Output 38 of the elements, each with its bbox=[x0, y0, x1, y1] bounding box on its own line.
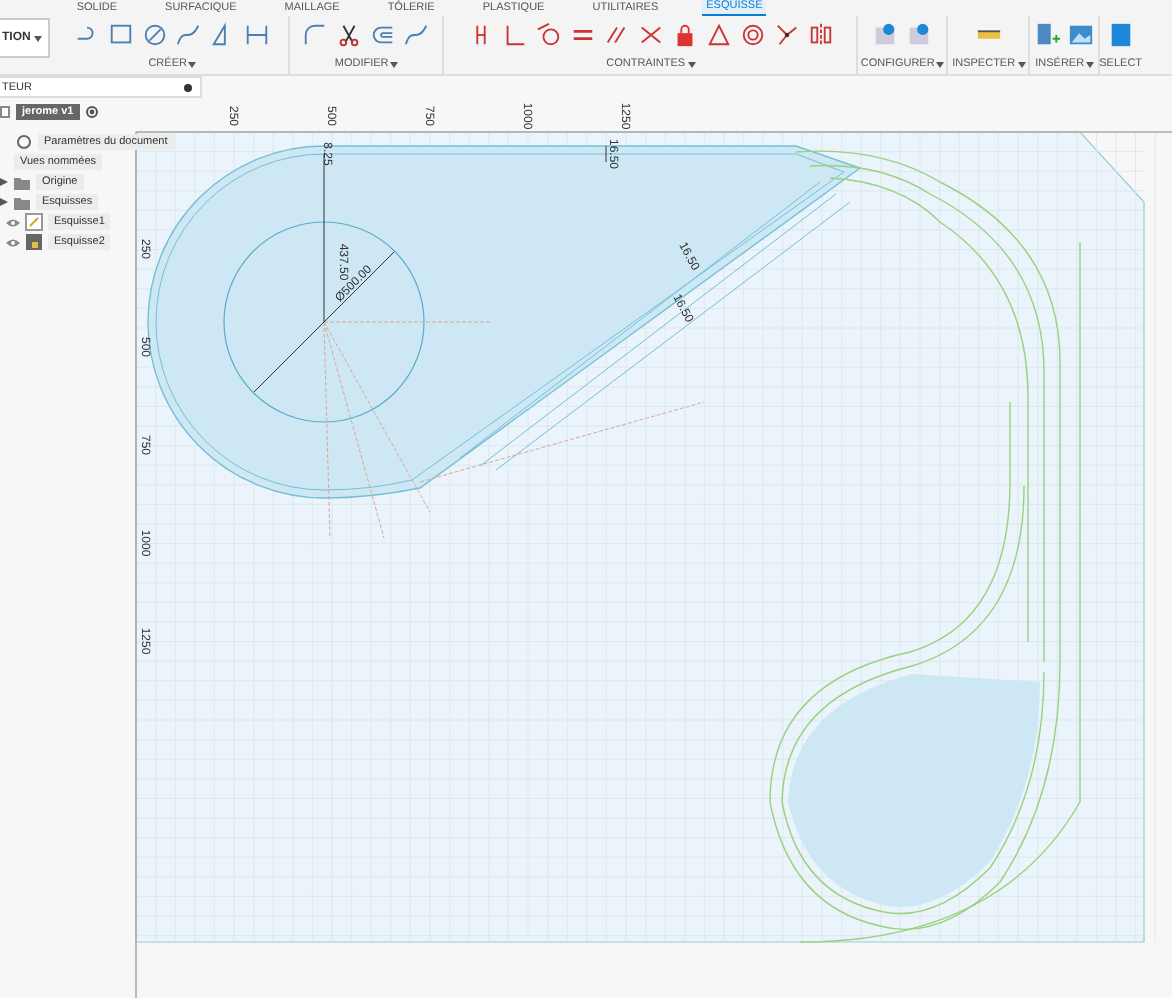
offset-icon[interactable] bbox=[370, 22, 397, 48]
concentric-icon[interactable] bbox=[739, 22, 766, 48]
caret-icon bbox=[1086, 61, 1095, 67]
checkbox-icon[interactable] bbox=[0, 106, 10, 118]
spline-icon[interactable] bbox=[176, 22, 203, 48]
fillet-icon[interactable] bbox=[302, 22, 329, 48]
tangent-icon[interactable] bbox=[535, 22, 562, 48]
parallel-icon[interactable] bbox=[603, 22, 630, 48]
rectangle-icon[interactable] bbox=[108, 22, 135, 48]
pin-icon[interactable] bbox=[184, 83, 192, 91]
expand-arrow-icon[interactable] bbox=[0, 178, 8, 186]
caret-icon bbox=[188, 61, 197, 67]
insert-icon[interactable] bbox=[1034, 22, 1061, 48]
sketch-icon bbox=[24, 232, 44, 252]
caret-icon bbox=[687, 61, 696, 67]
caret-icon bbox=[390, 61, 399, 67]
parameters-icon[interactable] bbox=[872, 22, 899, 48]
caret-icon bbox=[1017, 61, 1026, 67]
parameters-icon[interactable] bbox=[906, 22, 933, 48]
radio-icon[interactable] bbox=[85, 106, 98, 118]
image-icon[interactable] bbox=[1068, 22, 1095, 48]
eye-icon[interactable] bbox=[6, 237, 20, 247]
spline-icon[interactable] bbox=[404, 22, 431, 48]
eye-icon[interactable] bbox=[6, 217, 20, 227]
circle-icon[interactable] bbox=[142, 22, 169, 48]
triangle-icon[interactable] bbox=[705, 22, 732, 48]
caret-icon bbox=[34, 35, 43, 41]
point-icon[interactable] bbox=[773, 22, 800, 48]
sketch-icon bbox=[24, 212, 44, 232]
cross-icon[interactable] bbox=[637, 22, 664, 48]
select-icon[interactable] bbox=[1107, 22, 1134, 48]
h-shape-icon[interactable] bbox=[244, 22, 271, 48]
perpendicular-icon[interactable] bbox=[501, 22, 528, 48]
settings-icon bbox=[14, 132, 34, 152]
expand-arrow-icon[interactable] bbox=[0, 198, 8, 206]
mirror-icon[interactable] bbox=[807, 22, 834, 48]
caret-icon bbox=[936, 61, 945, 67]
scissors-icon[interactable] bbox=[336, 22, 363, 48]
